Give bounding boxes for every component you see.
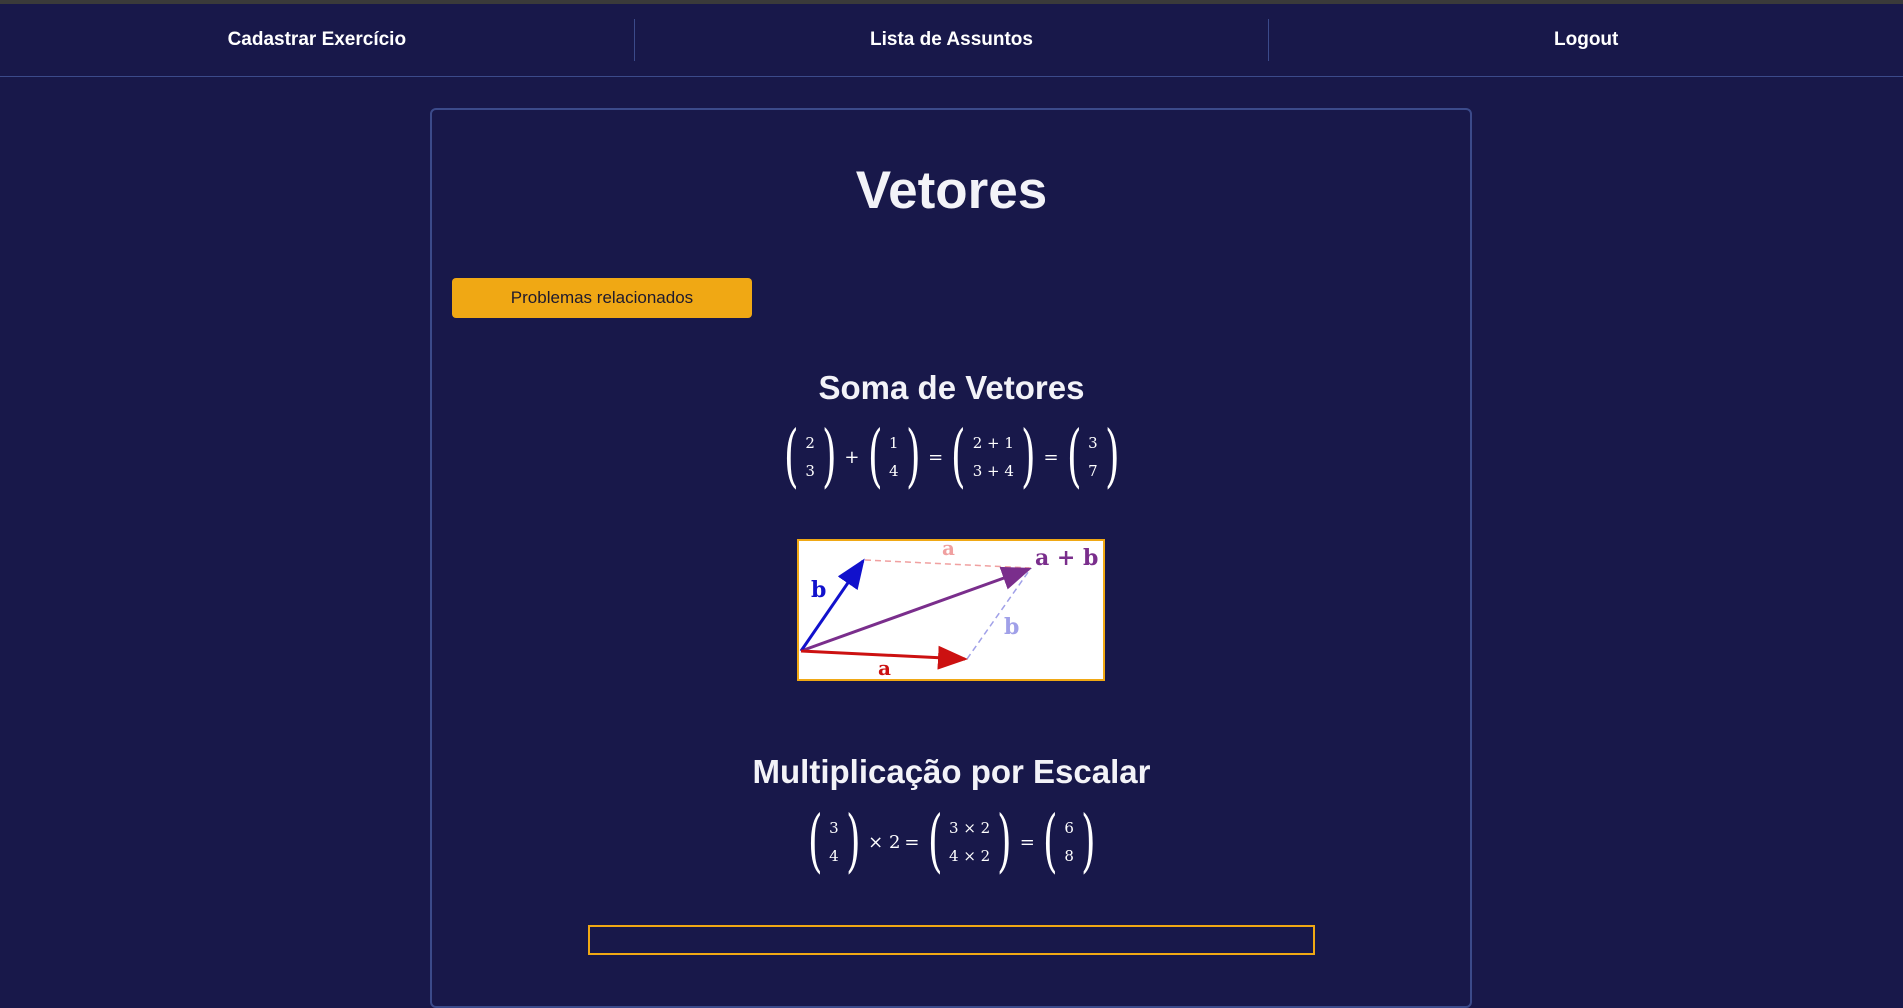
- vector-matrix: ( 68 ): [1042, 802, 1096, 881]
- next-section-box: [588, 925, 1315, 955]
- nav-lista-de-assuntos[interactable]: Lista de Assuntos: [635, 19, 1269, 61]
- vector-sum-diagram: a b b a a + b: [797, 536, 1105, 681]
- label-b-left: b: [811, 577, 826, 603]
- label-b-right: b: [1004, 614, 1019, 640]
- related-problems-button[interactable]: Problemas relacionados: [452, 278, 752, 318]
- vector-sum: [800, 566, 1032, 653]
- section-title-escalar: Multiplicação por Escalar: [752, 753, 1151, 790]
- section-title-soma: Soma de Vetores: [818, 369, 1085, 406]
- vector-matrix: ( 34 ): [807, 802, 861, 881]
- vector-matrix: ( 23 ): [783, 417, 837, 496]
- vector-matrix: ( 3 × 24 × 2 ): [927, 802, 1012, 881]
- formula-scalar-multiplication: ( 34 ) × 2 = ( 3 × 24 × 2 ) = ( 68 ): [0, 808, 1903, 876]
- vector-b: [799, 558, 865, 652]
- top-navbar: Cadastrar Exercício Lista de Assuntos Lo…: [0, 4, 1903, 77]
- vector-b-faded: [966, 567, 1032, 660]
- label-a-bottom: a: [878, 656, 891, 679]
- vector-matrix: ( 14 ): [867, 417, 921, 496]
- formula-vector-sum: ( 23 ) + ( 14 ) = ( 2 + 13 + 4 ) = ( 37 …: [0, 423, 1903, 491]
- nav-cadastrar-exercicio[interactable]: Cadastrar Exercício: [0, 19, 634, 61]
- page-title: Vetores: [855, 161, 1048, 220]
- vector-matrix: ( 2 + 13 + 4 ): [951, 417, 1036, 496]
- vector-matrix: ( 37 ): [1066, 417, 1120, 496]
- nav-logout[interactable]: Logout: [1269, 19, 1903, 61]
- label-a-top: a: [942, 541, 955, 560]
- label-sum: a + b: [1035, 545, 1098, 571]
- vector-a-faded: [864, 559, 1032, 569]
